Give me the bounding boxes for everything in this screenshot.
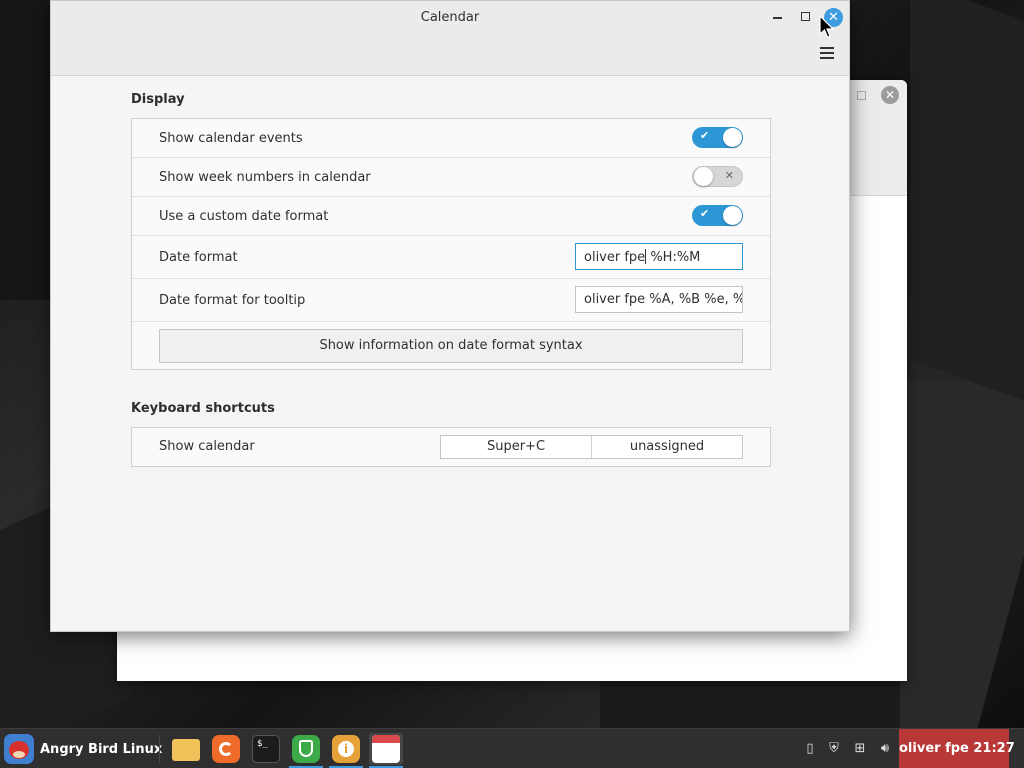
hamburger-menu-icon[interactable] — [820, 47, 834, 59]
switch-knob — [694, 167, 713, 186]
folder-icon — [172, 739, 200, 761]
date-format-label: Date format — [159, 250, 238, 265]
clock[interactable]: oliver fpe 21:27 — [899, 729, 1015, 768]
start-menu-button[interactable]: Angry Bird Linux — [4, 733, 162, 765]
shortcuts-panel: Show calendar Super+C unassigned — [131, 427, 771, 467]
background-close-icon[interactable]: ✕ — [881, 86, 899, 104]
display-section-title: Display — [131, 92, 185, 107]
display-panel: Show calendar events ✔ Show week numbers… — [131, 118, 771, 370]
security-launcher[interactable] — [289, 733, 323, 768]
firefox-launcher[interactable] — [209, 733, 243, 765]
shortcuts-section-title: Keyboard shortcuts — [131, 401, 275, 416]
tooltip-format-input[interactable]: oliver fpe %A, %B %e, %H — [575, 286, 743, 313]
menu-label: Angry Bird Linux — [40, 741, 163, 757]
shortcut-keybinding-group: Super+C unassigned — [440, 435, 743, 459]
maximize-icon[interactable] — [801, 12, 810, 21]
date-format-value-start: oliver fpe — [584, 250, 646, 265]
shield-icon — [292, 735, 320, 763]
volume-tray-icon[interactable]: 🔊︎ — [874, 729, 896, 768]
week-numbers-switch[interactable]: ✕ — [692, 166, 743, 187]
clipboard-tray-icon[interactable]: ▯ — [800, 729, 820, 768]
week-numbers-label: Show week numbers in calendar — [159, 170, 371, 185]
background-maximize-icon[interactable] — [857, 91, 866, 100]
secondary-shortcut-button[interactable]: unassigned — [591, 436, 742, 458]
tooltip-format-label: Date format for tooltip — [159, 293, 306, 308]
week-numbers-row: Show week numbers in calendar ✕ — [132, 158, 770, 197]
custom-format-switch[interactable]: ✔ — [692, 205, 743, 226]
file-manager-launcher[interactable] — [169, 733, 203, 765]
tooltip-format-row: Date format for tooltip oliver fpe %A, %… — [132, 279, 770, 322]
window-title: Calendar — [420, 10, 480, 25]
check-icon: ✔ — [700, 207, 710, 220]
info-icon: i — [332, 735, 360, 763]
shield-tray-icon[interactable]: ⛨ — [824, 729, 844, 768]
syntax-button-row: Show information on date format syntax — [132, 322, 770, 368]
primary-shortcut-button[interactable]: Super+C — [441, 436, 591, 458]
angry-bird-logo-icon — [4, 734, 34, 764]
calendar-settings-window: Calendar ✕ Display Show calendar events … — [50, 0, 850, 632]
date-format-value-end: %H:%M — [646, 250, 701, 265]
date-syntax-info-button[interactable]: Show information on date format syntax — [159, 329, 743, 363]
terminal-launcher[interactable]: $_ — [249, 733, 283, 765]
custom-format-row: Use a custom date format ✔ — [132, 197, 770, 236]
terminal-icon: $_ — [252, 735, 280, 763]
show-events-switch[interactable]: ✔ — [692, 127, 743, 148]
taskbar: Angry Bird Linux $_ i ▯ ⛨ ⊞ 🔊︎ oliver fp… — [0, 728, 1024, 768]
show-calendar-shortcut-row: Show calendar Super+C unassigned — [132, 428, 770, 466]
info-launcher[interactable]: i — [329, 733, 363, 768]
calendar-icon — [372, 735, 400, 763]
date-format-row: Date format oliver fpe %H:%M — [132, 236, 770, 279]
check-icon: ✔ — [700, 129, 710, 142]
x-icon: ✕ — [724, 169, 734, 182]
network-tray-icon[interactable]: ⊞ — [849, 729, 871, 768]
firefox-icon — [212, 735, 240, 763]
minimize-icon[interactable] — [773, 17, 782, 19]
titlebar[interactable]: Calendar ✕ — [51, 1, 849, 76]
show-calendar-shortcut-label: Show calendar — [159, 439, 255, 454]
switch-knob — [723, 206, 742, 225]
custom-format-label: Use a custom date format — [159, 209, 329, 224]
show-events-row: Show calendar events ✔ — [132, 119, 770, 158]
mouse-cursor-icon — [819, 15, 835, 38]
date-format-input[interactable]: oliver fpe %H:%M — [575, 243, 743, 270]
calendar-launcher[interactable] — [369, 733, 403, 768]
show-events-label: Show calendar events — [159, 131, 303, 146]
taskbar-separator — [159, 735, 160, 763]
switch-knob — [723, 128, 742, 147]
